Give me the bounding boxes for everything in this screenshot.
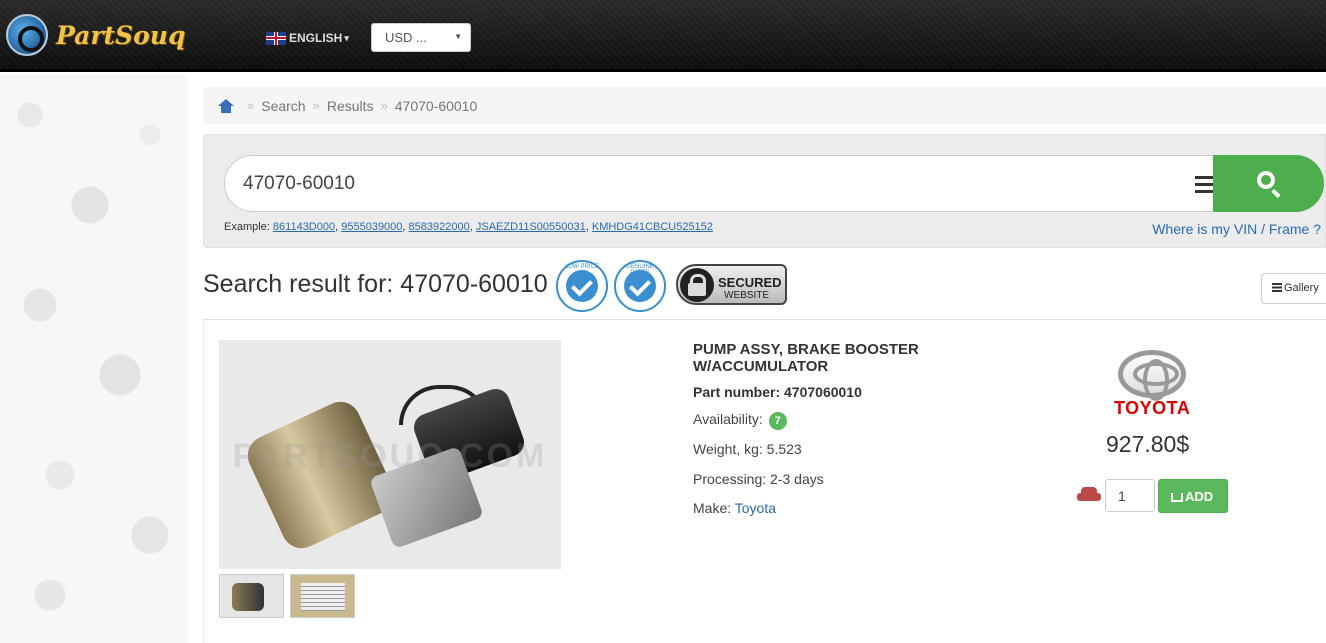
logo-text: PartSouq <box>56 20 186 50</box>
example-link[interactable]: 861143D000 <box>273 221 335 233</box>
breadcrumb: » Search » Results » 47070-60010 <box>203 87 1326 124</box>
add-to-cart-button[interactable]: ADD <box>1158 479 1228 513</box>
currency-select[interactable]: USD ... ▼ <box>371 23 471 52</box>
language-selector[interactable]: ENGLISH ▾ <box>266 31 349 45</box>
menu-icon[interactable] <box>1195 176 1215 193</box>
home-icon[interactable] <box>218 98 234 113</box>
car-icon[interactable] <box>1077 487 1101 503</box>
processing-row: Processing: 2-3 days <box>693 471 824 487</box>
result-title: Search result for: 47070-60010 <box>203 270 548 298</box>
search-panel: Example: 861143D000, 9555039000, 8583922… <box>203 134 1326 248</box>
weight-label: Weight, kg: <box>693 441 763 457</box>
logo-emblem-icon <box>6 14 48 56</box>
secured-website-badge: SECURED WEBSITE <box>676 264 787 305</box>
genuine-parts-badge: GENUINE PARTS <box>614 260 666 312</box>
gallery-label: Gallery <box>1284 282 1319 294</box>
product-thumbnail[interactable] <box>290 574 355 618</box>
breadcrumb-item-current: 47070-60010 <box>394 97 478 114</box>
search-examples: Example: 861143D000, 9555039000, 8583922… <box>224 221 713 233</box>
top-header: PartSouq ENGLISH ▾ USD ... ▼ <box>0 0 1326 72</box>
breadcrumb-separator: » <box>312 98 320 113</box>
lock-icon <box>680 268 714 302</box>
secured-label: SECURED <box>718 275 782 290</box>
chevron-down-icon: ▾ <box>344 32 349 43</box>
vin-help-link[interactable]: Where is my VIN / Frame ? <box>1152 221 1321 237</box>
language-label: ENGLISH <box>289 31 343 45</box>
availability-row: Availability: 7 <box>693 411 787 430</box>
image-watermark: PARTSOUQ.COM <box>232 437 548 475</box>
product-thumbnail[interactable] <box>219 574 284 618</box>
checkmark-icon <box>566 270 598 302</box>
availability-badge: 7 <box>768 412 787 430</box>
example-link[interactable]: 9555039000 <box>341 221 402 233</box>
make-row: Make: Toyota <box>693 500 776 516</box>
brand-logo-text: TOYOTA <box>1114 398 1191 418</box>
product-image[interactable]: PARTSOUQ.COM <box>219 340 561 569</box>
processing-value: 2-3 days <box>770 471 824 487</box>
search-input[interactable] <box>243 170 1143 198</box>
quantity-input[interactable] <box>1105 479 1155 512</box>
processing-label: Processing: <box>693 471 767 487</box>
currency-value: USD ... <box>385 30 427 45</box>
website-label: WEBSITE <box>724 290 770 301</box>
product-name[interactable]: PUMP ASSY, BRAKE BOOSTER W/ACCUMULATOR <box>693 341 953 375</box>
search-button[interactable] <box>1213 155 1324 212</box>
breadcrumb-separator: » <box>247 98 255 113</box>
breadcrumb-item-search[interactable]: Search <box>261 98 305 114</box>
toyota-logo-icon <box>1118 350 1186 401</box>
decorative-background <box>0 75 188 643</box>
site-logo[interactable]: PartSouq <box>6 14 185 56</box>
make-link[interactable]: Toyota <box>735 500 776 516</box>
breadcrumb-item-results[interactable]: Results <box>327 98 374 114</box>
weight-value: 5.523 <box>766 441 802 457</box>
example-label: Example: <box>224 221 270 233</box>
part-number-value: 4707060010 <box>784 384 862 400</box>
low-price-badge: LOW PRICE <box>556 260 608 312</box>
part-number-row: Part number: 4707060010 <box>693 384 862 400</box>
cart-icon <box>1171 493 1183 502</box>
breadcrumb-separator: » <box>380 98 388 113</box>
example-link[interactable]: JSAEZD11S00550031 <box>476 221 586 233</box>
availability-label: Availability: <box>693 411 763 427</box>
make-label: Make: <box>693 500 732 516</box>
part-number-label: Part number: <box>693 384 781 400</box>
example-link[interactable]: KMHDG41CBCU525152 <box>592 221 713 233</box>
search-box <box>224 155 1324 212</box>
add-label: ADD <box>1185 489 1214 504</box>
product-price: 927.80$ <box>1106 431 1190 457</box>
checkmark-icon <box>624 270 656 302</box>
list-icon <box>1272 283 1282 292</box>
example-link[interactable]: 8583922000 <box>409 221 470 233</box>
uk-flag-icon <box>266 31 286 45</box>
weight-row: Weight, kg: 5.523 <box>693 441 802 457</box>
gallery-view-toggle[interactable]: Gallery <box>1261 273 1326 304</box>
dropdown-arrow-icon: ▼ <box>454 32 462 41</box>
search-icon <box>1257 171 1275 189</box>
